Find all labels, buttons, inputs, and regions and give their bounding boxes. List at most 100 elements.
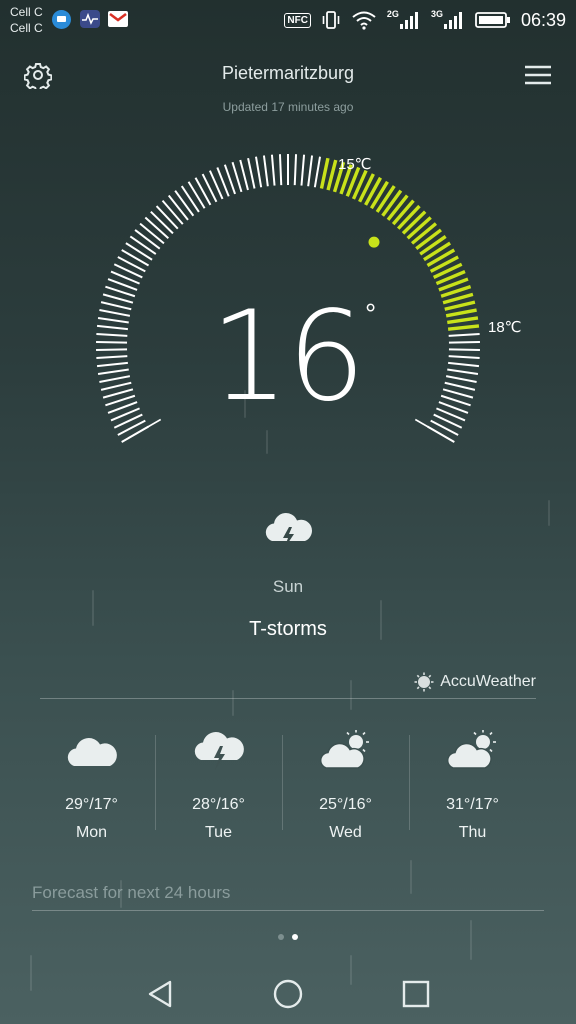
dial-tick [445,375,477,383]
hourly-forecast-label[interactable]: Forecast for next 24 hours [32,883,230,903]
dial-tick [96,324,128,331]
dial-range-tick [391,199,415,226]
current-temperature: 16 [210,285,366,429]
dial-tick [180,185,200,213]
dial-tick [307,155,314,187]
dial-range-tick [415,228,442,251]
dial-range-tick [326,159,338,191]
forecast-day-wed[interactable]: 25°/16° Wed [282,720,409,850]
dial-tick [102,293,134,304]
dial-tick [100,381,132,391]
thunderstorm-cloud-icon [265,513,313,549]
daily-forecast: 29°/17° Mon 28°/16° Tue 25°/16° Wed 31°/… [28,720,536,850]
provider-name: AccuWeather [440,673,536,690]
forecast-day-name: Thu [458,824,487,841]
recents-square-icon[interactable] [396,976,436,1012]
dial-range-tick [444,300,476,311]
dial-range-tick [447,324,480,331]
high-temp-label: 18℃ [488,319,522,336]
dial-tick [448,355,480,360]
dial-tick [99,375,131,383]
dial-tick [150,210,174,235]
home-circle-icon[interactable] [268,976,308,1012]
dial-tick [134,229,161,250]
dial-range-tick [423,241,452,262]
dial-range-tick [410,222,438,245]
page-dot-1[interactable] [278,934,284,940]
dial-range-tick [401,210,427,235]
dial-tick [231,161,243,193]
dial-tick [313,156,322,188]
dial-tick [99,309,131,317]
dial-tick [448,348,480,352]
forecast-day-name: Mon [75,824,108,841]
dial-tick [117,419,146,436]
dial-range-tick [445,308,477,318]
weather-provider[interactable]: AccuWeather [414,672,536,692]
dial-range-tick [375,185,396,213]
dial-range-tick [386,194,409,221]
dial-range-tick [369,180,389,210]
dial-tick [247,157,256,189]
dial-tick [239,159,249,191]
dial-tick [125,242,153,261]
dial-tick [167,194,189,221]
dial-tick [121,249,150,267]
current-temp-marker [368,236,380,248]
dial-tick [194,177,212,206]
divider-bottom [32,910,544,911]
current-condition: T-storms [249,618,327,640]
low-temp-label: 15℃ [338,156,372,173]
dial-tick [444,381,476,391]
dial-tick [102,388,134,399]
dial-tick [139,222,165,245]
temperature-dial [96,154,480,443]
dial-tick [278,154,283,186]
accuweather-sun-icon [414,672,434,692]
dial-range-tick [406,216,432,240]
forecast-day-mon[interactable]: 29°/17° Mon [28,720,155,850]
dial-range-tick [319,157,330,189]
dial-tick [96,332,128,337]
dial-tick [448,361,480,368]
forecast-day-name: Tue [205,824,232,841]
dial-tick [254,156,263,188]
forecast-day-tue[interactable]: 28°/16° Tue [155,720,282,850]
forecast-day-name: Wed [329,824,362,841]
dial-tick [97,368,129,376]
page-indicator [278,934,298,940]
dial-range-tick [426,248,456,267]
current-day: Sun [272,577,304,596]
forecast-range: 28°/16° [192,796,245,813]
dial-tick [96,340,128,344]
page-dot-2[interactable] [292,934,298,940]
dial-tick [430,419,459,436]
dial-tick [442,388,474,399]
forecast-range: 25°/16° [319,796,372,813]
dial-tick [174,190,195,217]
dial-tick [270,154,276,186]
back-triangle-icon[interactable] [140,976,180,1012]
forecast-range: 31°/17° [446,796,499,813]
dial-tick [448,332,480,337]
dial-tick [97,316,129,324]
dial-tick [187,181,206,209]
dial-tick [293,154,298,186]
dial-tick [161,200,184,225]
partly-cloudy-icon [446,730,496,769]
dial-tick [262,155,269,187]
degree-symbol: ° [365,298,377,329]
dial-range-tick [396,204,421,230]
dial-tick [96,355,128,360]
dial-tick [155,205,179,230]
forecast-day-thu[interactable]: 31°/17° Thu [409,720,536,850]
dial-tick [117,256,146,273]
divider-top [40,698,536,699]
dial-tick [96,348,128,352]
dial-tick [144,216,170,240]
dial-range-tick [447,316,479,325]
dial-range-tick [381,189,403,217]
partly-cloudy-icon [319,730,369,769]
dial-tick [300,154,306,186]
dial-range-tick [419,235,447,256]
